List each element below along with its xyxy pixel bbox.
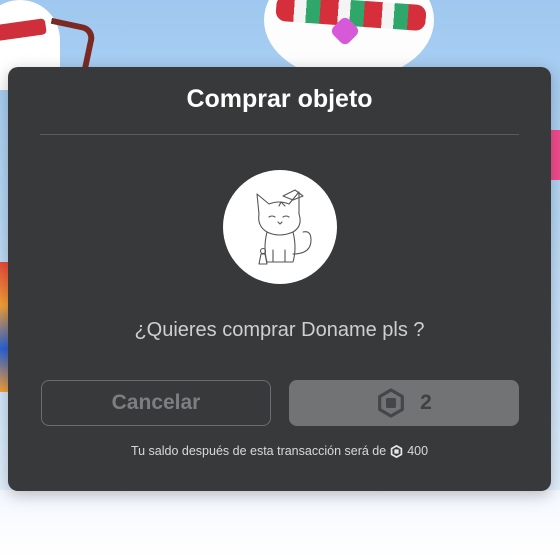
balance-prefix: Tu saldo después de esta transacción ser…: [130, 444, 387, 458]
balance-value: 400: [407, 444, 429, 458]
price-label: 2: [420, 391, 432, 414]
cancel-button[interactable]: Cancelar: [41, 380, 271, 426]
purchase-question: ¿Quieres comprar Doname pls ?: [134, 319, 425, 341]
title-divider: [40, 134, 519, 135]
robux-icon: [390, 444, 403, 458]
purchase-dialog: Comprar objeto ¿Quieres comprar Doname p…: [8, 67, 551, 491]
robux-icon: [378, 388, 405, 418]
buy-button[interactable]: 2: [289, 380, 519, 426]
game-scene: Comprar objeto ¿Quieres comprar Doname p…: [0, 0, 560, 560]
balance-note: Tu saldo después de esta transacción ser…: [8, 444, 551, 458]
item-thumbnail: [223, 170, 337, 284]
background-colorful-prop: [0, 262, 8, 392]
dialog-title: Comprar objeto: [186, 85, 373, 113]
background-snow-ground: [0, 490, 560, 560]
cat-drawing-icon: [256, 189, 312, 265]
